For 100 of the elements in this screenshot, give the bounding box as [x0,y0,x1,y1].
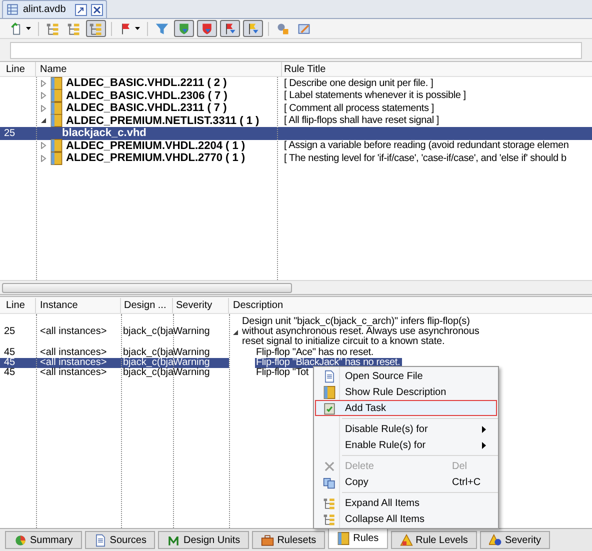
severity-cell-text: Warning [173,368,211,378]
menu-item[interactable]: Copy Ctrl+C [315,474,497,490]
menu-item[interactable]: Disable Rule(s) for [315,421,497,437]
shortcut-label: Ctrl+C [452,476,482,490]
bottom-tab[interactable]: Severity [480,531,550,549]
column-header[interactable]: Severity [173,298,229,312]
close-icon [92,6,101,14]
rule-name: ALDEC_PREMIUM.NETLIST.3311 ( 1 ) [66,114,260,128]
tree-icon [322,496,336,510]
bottom-tab[interactable]: Sources [84,531,156,549]
pie-chart-icon [14,534,27,546]
rule-title: [ Assign a variable before reading (avoid redundant storage elemen [283,139,569,154]
line-number: 45 [3,348,16,358]
rule-book-icon [50,76,63,90]
letter-m-icon [167,534,180,546]
scrollbar-thumb[interactable] [2,282,292,292]
design-unit-cell-text: bjack_c(bja [122,348,173,358]
menu-item[interactable]: Collapse All Items [315,511,497,527]
column-header[interactable]: Rule Title [282,62,326,76]
book-icon [337,532,350,544]
tree-button[interactable] [86,20,106,37]
bottom-tab[interactable]: Rulesets [252,531,326,549]
submenu-arrow-icon [482,442,486,448]
collapse-arrow-icon[interactable] [40,117,47,124]
rule-title: [ Label statements whenever it is possible ] [283,89,466,104]
line-number: 45 [3,368,16,378]
shield-icon [200,22,214,36]
submenu-arrow-icon [482,426,486,432]
flag-filter-button[interactable] [220,20,240,37]
rule-book-icon [50,152,63,165]
menu-item[interactable]: Enable Rule(s) for [315,437,497,453]
instance-cell-text: <all instances> [39,368,108,378]
design-unit-cell-text: bjack_c(bja [122,358,173,368]
restore-icon [76,6,85,14]
tree-icon [89,22,103,36]
warning-info-icon [488,534,502,546]
message-description: Flip-flop "Ace" has no reset. [255,348,374,358]
warning-icon [400,534,413,546]
caret-icon [135,27,140,30]
message-row[interactable]: 45 <all instances> bjack_c(bjaWarning [0,368,229,378]
restore-button[interactable] [74,4,87,16]
file-name: blackjack_c.vhd [61,126,146,141]
flag-filter-button[interactable] [243,20,263,37]
bottom-tab[interactable]: Design Units [158,531,250,549]
column-header[interactable]: Description [229,298,284,312]
page-icon [94,534,107,546]
rule-name: ALDEC_BASIC.VHDL.2306 ( 7 ) [66,88,228,103]
menu-item[interactable]: Add Task [315,400,497,416]
close-button[interactable] [90,4,103,16]
column-header[interactable]: Instance [36,298,121,312]
rule-title: [ All flip-flops shall have reset signal ] [283,114,440,128]
tree-icon [46,22,60,36]
bottom-tab[interactable]: Summary [5,531,82,549]
rule-book-icon [50,139,63,152]
rule-title: [ Describe one design unit per file. ] [283,76,434,90]
rule-file-row[interactable]: 25 blackjack_c.vhd [0,127,592,140]
column-header[interactable]: Line [0,62,36,76]
shield-icon [177,22,191,36]
cross-icon [322,460,336,472]
menu-item[interactable]: Open Source File [315,368,497,384]
shortcut-label: Del [452,460,468,474]
rule-book-icon [50,89,63,102]
message-row[interactable]: 25 <all instances> bjack_c(bjaWarning [0,317,229,347]
message-row[interactable]: 45 <all instances> bjack_c(bjaWarning [0,358,229,368]
menu-item[interactable]: Show Rule Description [315,384,497,400]
document-tab[interactable]: alint.avdb [2,0,107,18]
clipboard-icon [322,402,336,414]
instance-cell-text: <all instances> [39,327,108,337]
rule-name: ALDEC_PREMIUM.VHDL.2204 ( 1 ) [66,138,246,153]
rule-book-icon [50,114,63,128]
bottom-tab[interactable]: Rule Levels [390,531,477,549]
shield-filter-button[interactable] [174,20,194,37]
design-unit-cell-text: bjack_c(bja [122,327,173,337]
filter-icon [155,22,169,36]
copy-icon [322,476,336,488]
column-header[interactable]: Line [0,298,36,312]
column-header[interactable]: Design ... [121,298,173,312]
briefcase-icon [261,534,274,546]
instance-cell-text: <all instances> [39,348,108,358]
caret-icon [26,27,31,30]
design-unit-cell-text: bjack_c(bja [122,368,173,378]
severity-cell-text: Warning [173,327,211,337]
shield-filter-button[interactable] [197,20,217,37]
instance-cell-text: <all instances> [39,358,108,368]
pencil-icon [297,22,311,36]
message-row[interactable]: 45 <all instances> bjack_c(bjaWarning [0,348,229,358]
tree-icon [322,512,336,526]
message-description: Flip-flop "Tot [255,368,310,378]
book-icon [322,386,336,398]
menu-item[interactable]: Expand All Items [315,495,497,511]
rule-book-icon [50,102,63,115]
flag-icon [223,22,237,36]
collapse-arrow-icon[interactable] [232,328,239,336]
bottom-tab[interactable]: Rules [328,528,388,549]
flag-icon [246,22,260,36]
line-number: 45 [3,358,16,368]
filter-field[interactable] [10,42,582,58]
severity-cell-text: Warning [173,358,211,368]
rule-title: [ The nesting level for 'if-if/case', 'case-if/case', and 'else if' should b [283,152,566,166]
rule-name: ALDEC_PREMIUM.VHDL.2770 ( 1 ) [66,152,246,166]
